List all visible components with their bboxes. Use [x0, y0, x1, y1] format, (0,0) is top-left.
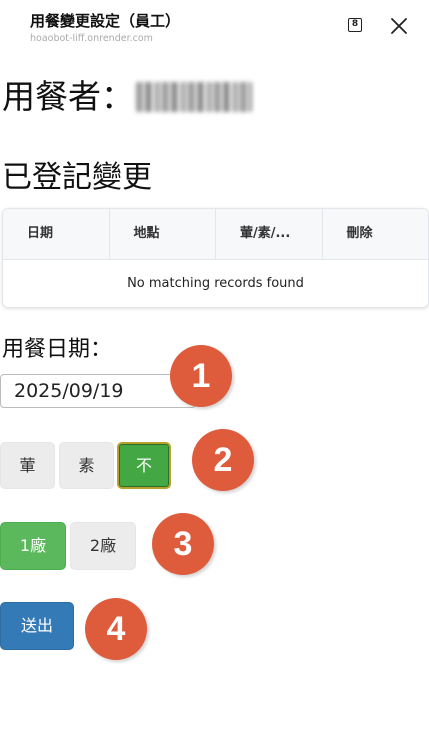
- app-header: 用餐變更設定（員工） hoaobot-liff.onrender.com 8: [0, 0, 429, 52]
- column-header-meal-type[interactable]: 葷/素/...: [216, 209, 323, 259]
- column-header-delete[interactable]: 刪除: [323, 209, 429, 259]
- tab-count-icon[interactable]: 8: [348, 18, 362, 32]
- app-url: hoaobot-liff.onrender.com: [30, 33, 153, 44]
- diner-row: 用餐者：: [2, 74, 252, 120]
- step-badge-4: 4: [85, 598, 147, 660]
- meal-option-none-button[interactable]: 不: [117, 442, 171, 489]
- meal-date-label: 用餐日期：: [2, 337, 113, 362]
- factory-1-button[interactable]: 1廠: [0, 522, 66, 570]
- step-badge-1: 1: [170, 345, 232, 407]
- factory-2-button[interactable]: 2廠: [70, 522, 136, 570]
- table-header: 日期 地點 葷/素/... 刪除: [3, 209, 428, 260]
- diner-label: 用餐者：: [2, 77, 134, 116]
- column-header-date[interactable]: 日期: [3, 209, 110, 259]
- close-icon[interactable]: [390, 17, 408, 35]
- step-badge-2: 2: [192, 429, 254, 491]
- step-badge-3: 3: [152, 513, 214, 575]
- empty-table-message: No matching records found: [127, 276, 304, 291]
- app-title: 用餐變更設定（員工）: [30, 12, 181, 30]
- meal-date-input[interactable]: 2025/09/19: [0, 374, 196, 408]
- meal-option-meat-button[interactable]: 葷: [0, 442, 55, 489]
- diner-name-redacted: [136, 82, 252, 112]
- submit-button[interactable]: 送出: [0, 602, 74, 650]
- registered-changes-title: 已登記變更: [2, 160, 152, 195]
- registered-changes-table: 日期 地點 葷/素/... 刪除 No matching records fou…: [2, 208, 429, 308]
- column-header-location[interactable]: 地點: [110, 209, 216, 259]
- meal-option-vegetarian-button[interactable]: 素: [59, 442, 114, 489]
